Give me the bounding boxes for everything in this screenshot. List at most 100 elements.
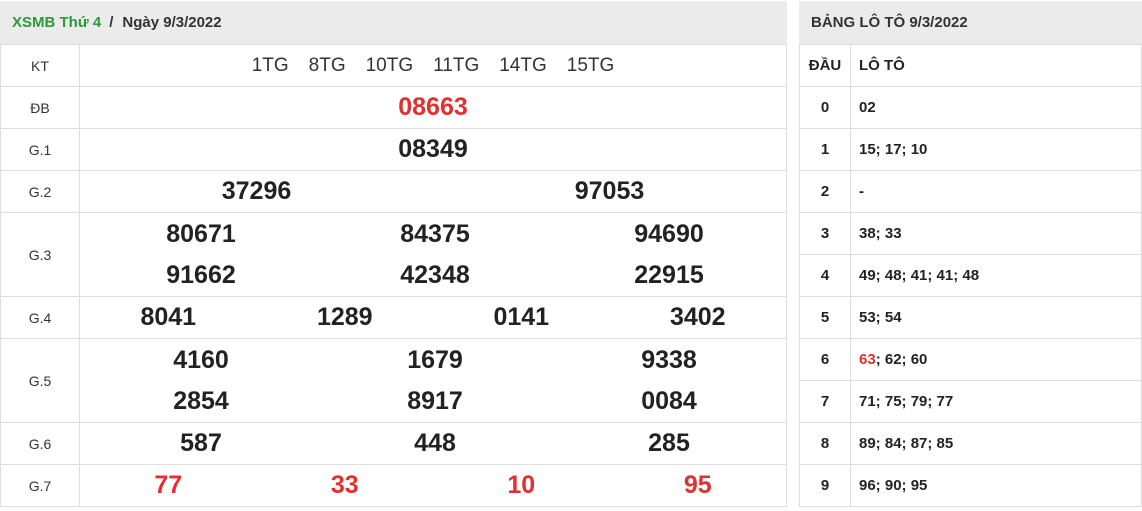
row-label: G.3 xyxy=(0,212,80,297)
table-row: G.1 08349 xyxy=(0,128,787,171)
prize-number: 91662 xyxy=(166,260,236,289)
loto-list: 49; 48; 41; 41; 48 xyxy=(859,267,980,284)
loto-dau: 2 xyxy=(799,170,851,213)
table-row: G.6 587 448 285 xyxy=(0,422,787,465)
prize-number: 4160 xyxy=(173,345,229,374)
loto-values: 53; 54 xyxy=(850,296,1142,339)
prize-g7-cell: 77 33 10 95 xyxy=(79,464,787,507)
loto-list: 53; 54 xyxy=(859,309,902,326)
loto-panel: BẢNG LÔ TÔ 9/3/2022 ĐẦU LÔ TÔ 0 02 1 15; 17… xyxy=(799,0,1142,511)
kt-code: 1TG xyxy=(251,54,289,76)
prize-number: 0141 xyxy=(493,303,550,331)
row-label: G.5 xyxy=(0,338,80,423)
loto-dau: 5 xyxy=(799,296,851,339)
loto-list: 15; 17; 10 xyxy=(859,141,928,158)
prize-number: 97053 xyxy=(574,177,645,205)
table-row: 1 15; 17; 10 xyxy=(799,128,1142,171)
prize-number: 95 xyxy=(683,471,712,499)
loto-dau: 1 xyxy=(799,128,851,171)
table-row: 8 89; 84; 87; 85 xyxy=(799,422,1142,465)
prize-number: 8041 xyxy=(140,303,197,331)
prize-number: 587 xyxy=(180,429,222,457)
prize-number: 94690 xyxy=(634,219,704,248)
prize-number: 9338 xyxy=(641,345,697,374)
brand-link[interactable]: XSMB Thứ 4 xyxy=(12,14,101,31)
loto-dau: 3 xyxy=(799,212,851,255)
table-header-row: ĐẦU LÔ TÔ xyxy=(799,44,1142,87)
table-row: G.5 4160 1679 9338 2854 8917 0084 xyxy=(0,338,787,423)
row-label: G.6 xyxy=(0,422,80,465)
loto-header: BẢNG LÔ TÔ 9/3/2022 xyxy=(799,1,1142,44)
prize-number: 3402 xyxy=(669,303,726,331)
loto-values: 15; 17; 10 xyxy=(850,128,1142,171)
row-label: G.2 xyxy=(0,170,80,213)
row-label: G.1 xyxy=(0,128,80,171)
kt-list: 1TG 8TG 10TG 11TG 14TG 15TG xyxy=(80,55,786,77)
table-row: 7 71; 75; 79; 77 xyxy=(799,380,1142,423)
kt-code: 10TG xyxy=(365,54,414,76)
prize-g2-cell: 37296 97053 xyxy=(79,170,787,213)
prize-number: 1679 xyxy=(407,345,463,374)
prize-number: 80671 xyxy=(166,219,236,248)
kt-cell: 1TG 8TG 10TG 11TG 14TG 15TG xyxy=(79,44,787,87)
loto-values: - xyxy=(850,170,1142,213)
prize-number: 1289 xyxy=(316,303,373,331)
table-row: G.2 37296 97053 xyxy=(0,170,787,213)
table-row: 4 49; 48; 41; 41; 48 xyxy=(799,254,1142,297)
table-row: 5 53; 54 xyxy=(799,296,1142,339)
prize-number: 285 xyxy=(648,429,690,457)
prize-number: 33 xyxy=(330,471,359,499)
loto-title: BẢNG LÔ TÔ 9/3/2022 xyxy=(811,14,968,31)
loto-dau: 8 xyxy=(799,422,851,465)
prize-number: 0084 xyxy=(641,386,697,415)
column-header-loto: LÔ TÔ xyxy=(850,44,1142,87)
results-header: XSMB Thứ 4 / Ngày 9/3/2022 xyxy=(0,1,787,44)
prize-number: 448 xyxy=(414,429,456,457)
loto-values: 49; 48; 41; 41; 48 xyxy=(850,254,1142,297)
kt-code: 11TG xyxy=(433,54,480,76)
prize-number: 37296 xyxy=(221,177,292,205)
table-row: G.3 80671 84375 94690 91662 42348 22915 xyxy=(0,212,787,297)
row-label: ĐB xyxy=(0,86,80,129)
results-table: KT 1TG 8TG 10TG 11TG 14TG 15TG ĐB 08663 … xyxy=(0,44,787,507)
prize-g5-cell: 4160 1679 9338 2854 8917 0084 xyxy=(79,338,787,423)
prize-number: 2854 xyxy=(173,386,229,415)
prize-db-cell: 08663 xyxy=(79,86,787,129)
loto-list: 71; 75; 79; 77 xyxy=(859,393,954,410)
prize-number: 10 xyxy=(507,471,536,499)
loto-values: 89; 84; 87; 85 xyxy=(850,422,1142,465)
loto-list: - xyxy=(859,183,864,200)
prize-g1-cell: 08349 xyxy=(79,128,787,171)
prize-g4-cell: 8041 1289 0141 3402 xyxy=(79,296,787,339)
breadcrumb-separator: / xyxy=(109,14,114,31)
loto-values: 38; 33 xyxy=(850,212,1142,255)
loto-table: ĐẦU LÔ TÔ 0 02 1 15; 17; 10 2-3 38; 33 4 49; 48… xyxy=(799,44,1142,507)
loto-values: 71; 75; 79; 77 xyxy=(850,380,1142,423)
loto-highlight: 63 xyxy=(859,351,876,368)
loto-values: 96; 90; 95 xyxy=(850,464,1142,507)
row-label: G.7 xyxy=(0,464,80,507)
loto-list: 89; 84; 87; 85 xyxy=(859,435,954,452)
table-row: 6 63; 62; 60 xyxy=(799,338,1142,381)
loto-dau: 6 xyxy=(799,338,851,381)
kt-code: 8TG xyxy=(308,54,346,76)
loto-dau: 9 xyxy=(799,464,851,507)
table-row: 2- xyxy=(799,170,1142,213)
prize-number: 42348 xyxy=(400,260,470,289)
prize-number: 22915 xyxy=(634,260,704,289)
row-label: G.4 xyxy=(0,296,80,339)
loto-values: 63; 62; 60 xyxy=(850,338,1142,381)
table-row: 9 96; 90; 95 xyxy=(799,464,1142,507)
prize-g6-cell: 587 448 285 xyxy=(79,422,787,465)
row-label: KT xyxy=(0,44,80,87)
table-row: ĐB 08663 xyxy=(0,86,787,129)
loto-values: 02 xyxy=(850,86,1142,129)
kt-code: 15TG xyxy=(566,54,615,76)
loto-list: 38; 33 xyxy=(859,225,902,242)
prize-number: 77 xyxy=(154,471,183,499)
loto-list: 96; 90; 95 xyxy=(859,477,928,494)
table-row: KT 1TG 8TG 10TG 11TG 14TG 15TG xyxy=(0,44,787,87)
table-row: G.7 77 33 10 95 xyxy=(0,464,787,507)
results-date: Ngày 9/3/2022 xyxy=(122,14,222,31)
column-header-dau: ĐẦU xyxy=(799,44,851,87)
